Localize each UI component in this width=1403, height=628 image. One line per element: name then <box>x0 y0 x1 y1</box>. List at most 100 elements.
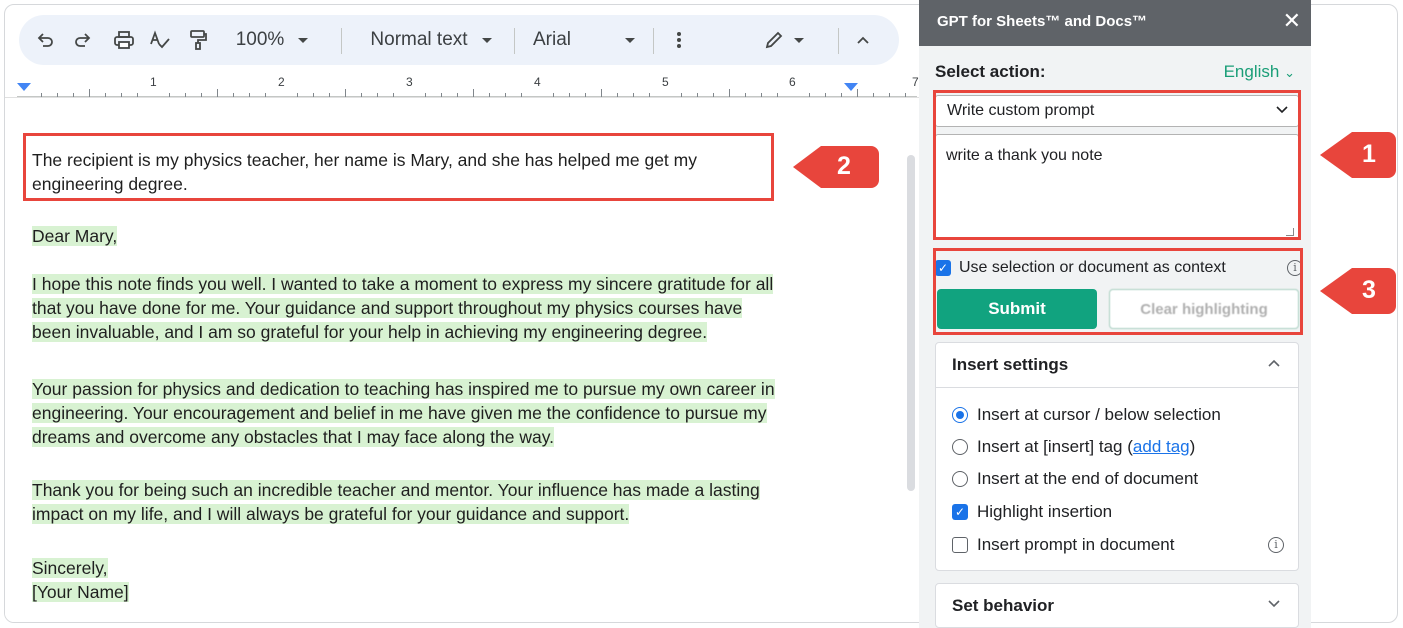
more-vert-icon[interactable] <box>669 15 689 65</box>
ruler-tick <box>217 89 218 97</box>
toolbar-divider <box>653 28 654 54</box>
insert-settings-panel: Insert settings Insert at cursor / below… <box>935 342 1299 571</box>
annotation-box-1 <box>933 90 1301 240</box>
ruler-tick <box>473 89 474 97</box>
ruler-number: 1 <box>150 75 157 89</box>
closing-line[interactable]: Sincerely, <box>32 556 108 580</box>
redo-icon[interactable] <box>71 15 95 65</box>
option-label-suffix: ) <box>1189 437 1196 456</box>
option-label: Insert at [insert] tag ( <box>977 437 1133 456</box>
option-label: Highlight insertion <box>977 502 1113 521</box>
chevron-up-icon[interactable] <box>851 15 875 65</box>
option-insert-end[interactable]: Insert at the end of document <box>952 469 1198 489</box>
info-icon[interactable]: i <box>1268 537 1284 553</box>
annotation-number: 3 <box>1362 276 1376 304</box>
ruler-number: 4 <box>534 75 541 89</box>
annotation-box-3 <box>933 248 1303 335</box>
ruler-number: 3 <box>406 75 413 89</box>
paragraph-line[interactable]: engineering. Your encouragement and beli… <box>32 401 767 425</box>
ruler-number: 5 <box>662 75 669 89</box>
language-select[interactable]: English ⌄ <box>1224 62 1295 82</box>
paragraph-line[interactable]: dreams and overcome any obstacles that I… <box>32 425 555 449</box>
option-label: Insert at cursor / below selection <box>977 405 1221 424</box>
paragraph-line[interactable]: I hope this note finds you well. I wante… <box>32 272 774 296</box>
annotation-box-2 <box>23 133 774 201</box>
sidebar-header: GPT for Sheets™ and Docs™ ✕ <box>919 0 1311 46</box>
zoom-value: 100% <box>235 29 285 50</box>
chevron-down-icon <box>298 37 309 43</box>
option-insert-cursor[interactable]: Insert at cursor / below selection <box>952 405 1221 425</box>
ruler-number: 6 <box>789 75 796 89</box>
paragraph-line[interactable]: Thank you for being such an incredible t… <box>32 478 760 502</box>
style-select[interactable]: Normal text <box>361 15 501 65</box>
radio-selected-icon[interactable] <box>952 407 968 423</box>
chevron-down-icon: ⌄ <box>1284 65 1295 80</box>
ruler-tick <box>601 89 602 97</box>
insert-settings-title[interactable]: Insert settings <box>952 355 1068 375</box>
option-label: Insert prompt in document <box>977 535 1175 554</box>
annotation-marker-3: 3 <box>1318 262 1398 320</box>
document-scrollbar[interactable] <box>907 155 915 491</box>
ruler-tick <box>89 89 90 97</box>
ruler-tick <box>729 89 730 97</box>
toolbar-divider <box>514 28 515 54</box>
zoom-select[interactable]: 100% <box>227 15 317 65</box>
chevron-down-icon <box>481 37 492 43</box>
annotation-number: 1 <box>1362 140 1376 168</box>
gpt-sidebar: GPT for Sheets™ and Docs™ ✕ Select actio… <box>919 0 1311 628</box>
chevron-down-icon <box>625 37 635 43</box>
option-insert-tag[interactable]: Insert at [insert] tag (add tag) <box>952 437 1195 457</box>
paragraph-line[interactable]: that you have done for me. Your guidance… <box>32 296 743 320</box>
left-indent-marker[interactable] <box>17 83 31 91</box>
paragraph-text: impact on my life, and I will always be … <box>32 504 630 524</box>
panel-divider <box>936 387 1298 388</box>
sidebar-title: GPT for Sheets™ and Docs™ <box>937 13 1148 30</box>
pencil-icon <box>765 31 783 49</box>
spellcheck-icon[interactable] <box>147 15 173 65</box>
ruler-number: 7 <box>912 75 919 89</box>
chevron-down-icon <box>794 37 804 43</box>
chevron-down-icon[interactable] <box>1268 596 1280 611</box>
paragraph-line[interactable]: impact on my life, and I will always be … <box>32 502 630 526</box>
set-behavior-title[interactable]: Set behavior <box>952 596 1054 616</box>
paint-format-icon[interactable] <box>185 15 211 65</box>
add-tag-link[interactable]: add tag <box>1133 437 1190 457</box>
ruler-tick <box>345 89 346 97</box>
annotation-marker-2: 2 <box>791 141 881 193</box>
style-value: Normal text <box>370 29 468 50</box>
docs-toolbar: 100% Normal text Arial <box>19 15 899 65</box>
option-label: Insert at the end of document <box>977 469 1199 488</box>
close-icon[interactable]: ✕ <box>1283 9 1301 33</box>
closing-text: Sincerely, <box>32 558 108 578</box>
chevron-up-icon[interactable] <box>1268 355 1280 370</box>
toolbar-divider <box>341 28 342 54</box>
font-select[interactable]: Arial <box>533 15 643 65</box>
ruler[interactable]: 1 2 3 4 5 6 7 <box>5 75 920 97</box>
radio-icon[interactable] <box>952 439 968 455</box>
print-icon[interactable] <box>111 15 137 65</box>
set-behavior-panel[interactable]: Set behavior <box>935 583 1299 628</box>
paragraph-text: been invaluable, and I am so grateful fo… <box>32 322 708 342</box>
checkbox-icon[interactable] <box>952 537 968 553</box>
editing-mode-select[interactable] <box>759 15 809 65</box>
language-value: English <box>1223 62 1280 81</box>
paragraph-text: Your passion for physics and dedication … <box>32 379 775 399</box>
paragraph-line[interactable]: been invaluable, and I am so grateful fo… <box>32 320 708 344</box>
font-value: Arial <box>533 29 572 50</box>
radio-icon[interactable] <box>952 471 968 487</box>
signature-line[interactable]: [Your Name] <box>32 580 129 604</box>
salutation-text: Dear Mary, <box>32 226 118 246</box>
annotation-number: 2 <box>837 152 851 180</box>
undo-icon[interactable] <box>33 15 57 65</box>
paragraph-text: engineering. Your encouragement and beli… <box>32 403 767 423</box>
right-indent-marker[interactable] <box>844 83 858 91</box>
paragraph-text: dreams and overcome any obstacles that I… <box>32 427 555 447</box>
checkbox-checked-icon[interactable]: ✓ <box>952 504 968 520</box>
option-highlight-insertion[interactable]: ✓ Highlight insertion <box>952 502 1112 522</box>
paragraph-text: that you have done for me. Your guidance… <box>32 298 743 318</box>
paragraph-line[interactable]: Your passion for physics and dedication … <box>32 377 775 401</box>
option-insert-prompt[interactable]: Insert prompt in document i <box>952 535 1284 555</box>
paragraph-text: I hope this note finds you well. I wante… <box>32 274 774 294</box>
salutation[interactable]: Dear Mary, <box>32 224 118 248</box>
toolbar-divider <box>838 28 839 54</box>
